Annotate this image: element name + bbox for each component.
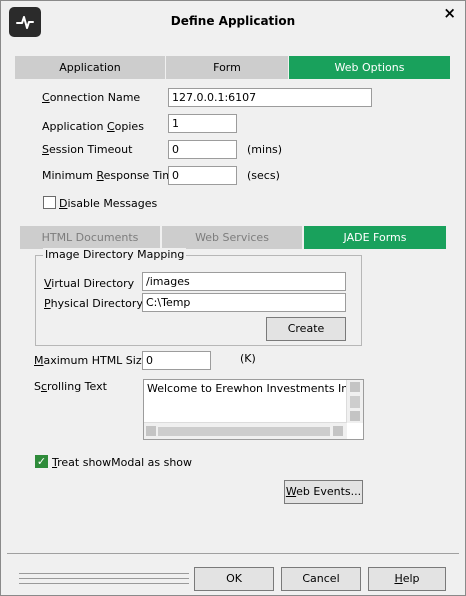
scroll-thumb[interactable] <box>350 396 360 408</box>
create-button[interactable]: Create <box>266 317 346 341</box>
min-response-time-field[interactable]: 0 <box>168 166 237 185</box>
tab-application[interactable]: Application <box>15 56 165 79</box>
close-icon[interactable]: × <box>443 5 456 21</box>
virtual-directory-label: Virtual Directory <box>44 277 135 290</box>
dialog-title: Define Application <box>170 14 296 28</box>
footer-grip-line <box>19 578 189 579</box>
horizontal-scrollbar[interactable] <box>144 422 347 439</box>
footer-grip-line <box>19 573 189 574</box>
help-button[interactable]: Help <box>368 567 446 591</box>
disable-messages-label: Disable Messages <box>59 197 158 210</box>
tab-jade-forms[interactable]: JADE Forms <box>304 226 446 249</box>
tab-web-options[interactable]: Web Options <box>289 56 450 79</box>
scroll-up-arrow[interactable] <box>350 382 360 392</box>
scrolling-text-value: Welcome to Erewhon Investments Inc. <box>147 382 358 395</box>
max-html-size-label: Maximum HTML Size <box>34 354 149 367</box>
tab-web-services[interactable]: Web Services <box>162 226 302 249</box>
treat-showmodal-label: Treat showModal as show <box>52 456 193 469</box>
ok-button[interactable]: OK <box>194 567 274 591</box>
title-bar: Define Application × <box>1 1 465 43</box>
web-events-button[interactable]: Web Events... <box>284 480 363 504</box>
cancel-button[interactable]: Cancel <box>281 567 361 591</box>
scroll-h-thumb[interactable] <box>158 427 330 436</box>
vertical-scrollbar[interactable] <box>346 380 363 423</box>
footer-grip-line <box>19 583 189 584</box>
image-directory-mapping-title: Image Directory Mapping <box>43 248 187 261</box>
scrolling-text-label: Scrolling Text <box>34 380 107 393</box>
application-copies-field[interactable]: 1 <box>168 114 237 133</box>
define-application-dialog: Define Application × Application Form We… <box>0 0 466 596</box>
physical-directory-label: Physical Directory <box>44 297 143 310</box>
tab-html-documents[interactable]: HTML Documents <box>20 226 160 249</box>
session-timeout-field[interactable]: 0 <box>168 140 237 159</box>
session-timeout-unit: (mins) <box>247 143 283 156</box>
application-copies-label: Application Copies <box>42 120 144 133</box>
connection-name-label: Connection Name <box>42 91 141 104</box>
treat-showmodal-checkbox[interactable]: ✓ <box>35 455 48 468</box>
max-html-size-unit: (K) <box>240 352 256 365</box>
session-timeout-label: Session Timeout <box>42 143 133 156</box>
connection-name-field[interactable]: 127.0.0.1:6107 <box>168 88 372 107</box>
scroll-right-arrow[interactable] <box>333 426 343 436</box>
disable-messages-checkbox[interactable] <box>43 196 56 209</box>
scroll-left-arrow[interactable] <box>146 426 156 436</box>
scroll-down-arrow[interactable] <box>350 411 360 421</box>
virtual-directory-field[interactable]: /images <box>142 272 346 291</box>
footer-separator <box>7 553 459 554</box>
min-response-time-label: Minimum Response Time <box>42 169 180 182</box>
tab-form[interactable]: Form <box>166 56 288 79</box>
physical-directory-field[interactable]: C:\Temp <box>142 293 346 312</box>
max-html-size-field[interactable]: 0 <box>142 351 211 370</box>
min-response-time-unit: (secs) <box>247 169 280 182</box>
scrolling-text-area[interactable]: Welcome to Erewhon Investments Inc. <box>143 379 364 440</box>
